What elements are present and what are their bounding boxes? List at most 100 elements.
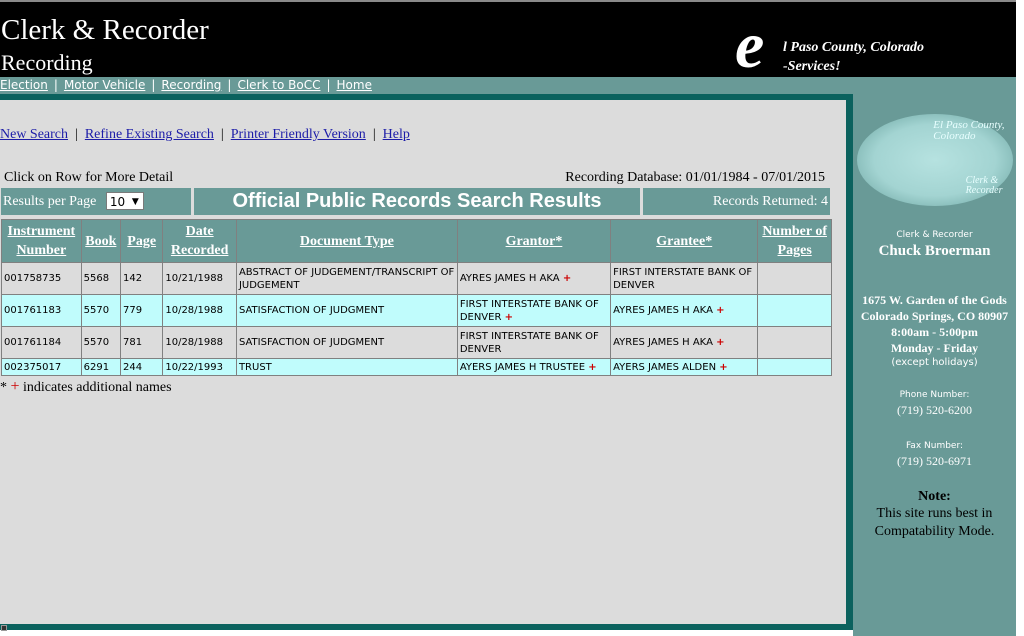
results-table: Instrument Number Book Page Date Recorde… bbox=[1, 219, 832, 376]
nav-separator: | bbox=[53, 78, 58, 92]
col-instrument-number[interactable]: Instrument Number bbox=[1, 219, 82, 263]
cell-num-pages bbox=[757, 358, 832, 376]
table-row[interactable]: 002375017 6291 244 10/22/1993 TRUST AYER… bbox=[1, 358, 832, 376]
nav-motor-vehicle[interactable]: Motor Vehicle bbox=[64, 78, 145, 92]
cell-grantee: AYRES JAMES H AKA + bbox=[610, 326, 759, 359]
sidebar-phone: (719) 520-6200 bbox=[897, 403, 972, 417]
cell-doc-type: TRUST bbox=[235, 358, 458, 376]
new-search-link[interactable]: New Search bbox=[0, 127, 68, 142]
nav-recording[interactable]: Recording bbox=[161, 78, 221, 92]
sidebar-phone-label: Phone Number: bbox=[899, 390, 970, 400]
col-document-type[interactable]: Document Type bbox=[235, 219, 458, 263]
logo-text-county: l Paso County, Colorado bbox=[783, 40, 925, 55]
click-hint: Click on Row for More Detail bbox=[4, 170, 174, 185]
seal-text-county: El Paso County, Colorado bbox=[933, 120, 1004, 142]
sidebar-days: Monday - Friday bbox=[890, 341, 979, 355]
cell-book: 5570 bbox=[80, 326, 122, 359]
results-per-page: Results per Page 10 ▼ bbox=[1, 188, 191, 215]
cell-grantor: AYERS JAMES H TRUSTEE + bbox=[456, 358, 612, 376]
cell-grantee: AYRES JAMES H AKA + bbox=[610, 294, 759, 327]
cell-num-pages bbox=[757, 262, 832, 295]
printer-friendly-link[interactable]: Printer Friendly Version bbox=[231, 127, 366, 142]
col-page[interactable]: Page bbox=[119, 219, 164, 263]
action-separator: | bbox=[75, 127, 78, 142]
table-row[interactable]: 001761183 5570 779 10/28/1988 SATISFACTI… bbox=[1, 294, 832, 327]
database-range: Recording Database: 01/01/1984 - 07/01/2… bbox=[565, 170, 825, 185]
search-actions: New Search | Refine Existing Search | Printe… bbox=[0, 127, 410, 143]
results-toolbar: Results per Page 10 ▼ Official Public Rec… bbox=[1, 188, 830, 216]
additional-names-icon: + bbox=[719, 361, 728, 373]
cell-num-pages bbox=[757, 326, 832, 359]
grantor-name: FIRST INTERSTATE BANK OF DENVER bbox=[459, 298, 599, 323]
footnote-text: indicates additional names bbox=[23, 380, 172, 395]
page-edge bbox=[1016, 0, 1024, 636]
grantee-name: AYRES JAMES H AKA bbox=[613, 305, 713, 316]
sidebar-hours: 8:00am - 5:00pm bbox=[891, 325, 978, 339]
nav-home[interactable]: Home bbox=[337, 78, 372, 92]
sidebar-note-heading: Note: bbox=[918, 489, 951, 504]
col-grantee[interactable]: Grantee* bbox=[610, 219, 759, 263]
nav-separator: | bbox=[227, 78, 232, 92]
table-header-row: Instrument Number Book Page Date Recorde… bbox=[1, 219, 832, 263]
cell-page: 781 bbox=[119, 326, 164, 359]
sidebar-fax-label: Fax Number: bbox=[905, 441, 964, 451]
grantee-name: AYERS JAMES ALDEN bbox=[613, 361, 717, 373]
refine-search-link[interactable]: Refine Existing Search bbox=[85, 127, 214, 142]
sidebar-except: (except holidays) bbox=[891, 357, 978, 368]
nav-election[interactable]: Election bbox=[0, 78, 48, 92]
cell-doc-type: ABSTRACT OF JUDGEMENT/TRANSCRIPT OF JUDG… bbox=[235, 262, 458, 295]
results-per-page-value: 10 bbox=[109, 194, 126, 209]
seal-line: Colorado bbox=[933, 130, 976, 142]
cell-grantor: AYRES JAMES H AKA + bbox=[456, 262, 612, 295]
seal-line: Recorder bbox=[965, 185, 1003, 196]
table-row[interactable]: 001761184 5570 781 10/28/1988 SATISFACTI… bbox=[1, 326, 832, 359]
action-separator: | bbox=[372, 127, 376, 142]
sidebar: El Paso County, Colorado Clerk & Recorder … bbox=[853, 94, 1016, 636]
dropdown-arrow-icon: ▼ bbox=[131, 196, 139, 207]
grantor-name: AYRES JAMES H AKA bbox=[459, 273, 560, 284]
grantee-name: FIRST INTERSTATE BANK OF DENVER bbox=[613, 266, 753, 291]
sidebar-clerk-name: Chuck Broerman bbox=[878, 243, 991, 259]
table-row[interactable]: 001758735 5568 142 10/21/1988 ABSTRACT O… bbox=[1, 262, 832, 295]
cell-date: 10/28/1988 bbox=[162, 326, 237, 359]
results-per-page-select[interactable]: 10 ▼ bbox=[105, 191, 144, 210]
sidebar-fax: (719) 520-6971 bbox=[897, 454, 972, 468]
col-number-of-pages[interactable]: Number of Pages bbox=[757, 219, 832, 263]
cell-instrument: 001761183 bbox=[1, 294, 82, 327]
cell-page: 244 bbox=[119, 358, 164, 376]
nav-separator: | bbox=[151, 78, 156, 92]
action-separator: | bbox=[220, 127, 224, 142]
cell-date: 10/22/1993 bbox=[162, 358, 237, 376]
help-link[interactable]: Help bbox=[383, 127, 410, 142]
records-returned: Records Returned: 4 bbox=[643, 188, 830, 215]
cell-doc-type: SATISFACTION OF JUDGMENT bbox=[235, 294, 458, 327]
results-per-page-label: Results per Page bbox=[3, 194, 97, 209]
main-content: New Search | Refine Existing Search | Printe… bbox=[0, 94, 853, 630]
sidebar-role: Clerk & Recorder bbox=[896, 230, 973, 240]
grantor-name: AYERS JAMES H TRUSTEE bbox=[459, 361, 586, 373]
cell-date: 10/28/1988 bbox=[162, 294, 237, 327]
nav-separator: | bbox=[326, 78, 331, 92]
resize-grip-icon bbox=[1, 625, 7, 631]
cell-grantee: AYERS JAMES ALDEN + bbox=[610, 358, 759, 376]
additional-names-icon: + bbox=[504, 311, 513, 323]
cell-book: 6291 bbox=[80, 358, 122, 376]
sidebar-note-text: This site runs best in Compatability Mod… bbox=[874, 506, 995, 539]
site-header: Clerk & Recorder Recording e l Paso Coun… bbox=[0, 0, 1016, 79]
nav-clerk-to-bocc[interactable]: Clerk to BoCC bbox=[237, 78, 320, 92]
col-book[interactable]: Book bbox=[80, 219, 122, 263]
cell-date: 10/21/1988 bbox=[162, 262, 237, 295]
cell-grantee: FIRST INTERSTATE BANK OF DENVER bbox=[610, 262, 759, 295]
cell-page: 142 bbox=[119, 262, 164, 295]
plus-icon: + bbox=[10, 378, 20, 395]
results-title: Official Public Records Search Results bbox=[194, 188, 640, 215]
col-date-recorded[interactable]: Date Recorded bbox=[162, 219, 237, 263]
cell-instrument: 001761184 bbox=[1, 326, 82, 359]
seal-text-office: Clerk & Recorder bbox=[966, 176, 1003, 196]
cell-instrument: 002375017 bbox=[1, 358, 82, 376]
additional-names-icon: + bbox=[716, 305, 725, 316]
cell-grantor: FIRST INTERSTATE BANK OF DENVER + bbox=[456, 294, 612, 327]
col-grantor[interactable]: Grantor* bbox=[456, 219, 612, 263]
additional-names-icon: + bbox=[588, 361, 597, 373]
site-subtitle: Recording bbox=[1, 50, 93, 75]
